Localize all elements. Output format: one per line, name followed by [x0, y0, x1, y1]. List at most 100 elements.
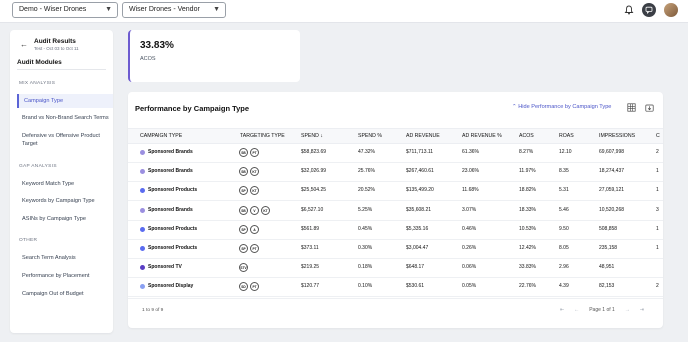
spend-pct-cell: 0.45% [358, 225, 373, 232]
extra-cell: 2 [656, 149, 659, 155]
sidebar-item-search-term-analysis[interactable]: Search Term Analysis [22, 254, 110, 262]
impressions-cell: 69,607,998 [599, 149, 625, 155]
columns-icon[interactable] [627, 103, 636, 112]
spend-pct-cell: 20.52% [358, 187, 375, 194]
spend-pct-cell: 0.18% [358, 264, 373, 271]
table-row[interactable]: Sponsored Display SD PT $120.77 0.10% $530.61… [128, 277, 663, 298]
campaign-type-dot [140, 150, 145, 155]
hide-performance-link[interactable]: ⌃ Hide Performance by Campaign Type [512, 104, 611, 110]
revenue-pct-cell: 61.36% [462, 149, 479, 155]
acos-cell: 22.76% [519, 283, 536, 290]
targeting-badge: KT [250, 186, 259, 196]
chevron-up-icon: ⌃ [512, 104, 517, 110]
col-ad-revenue[interactable]: AD REVENUE [406, 129, 440, 143]
back-arrow-icon[interactable]: ← [20, 40, 28, 49]
table-row[interactable]: Sponsored Brands SB V KT $6,527.10 5.25% $35,6… [128, 201, 663, 221]
next-page-icon[interactable]: → [625, 307, 630, 313]
table-row[interactable]: Sponsored Brands SB KT $32,026.99 25.76% $267… [128, 162, 663, 183]
chevron-down-icon: ▼ [213, 6, 220, 13]
impressions-cell: 235,158 [599, 245, 618, 251]
impressions-cell: 10,520,268 [599, 206, 625, 213]
impressions-cell: 48,951 [599, 264, 615, 271]
chat-button[interactable] [642, 3, 656, 17]
table-row[interactable]: Sponsored Products SP PT $373.11 0.30% $3,004… [128, 239, 663, 259]
campaign-type-cell: Sponsored Brands [148, 206, 193, 213]
revenue-cell: $648.17 [406, 264, 425, 271]
audit-modules-heading: Audit Modules [17, 59, 62, 66]
col-targeting-type[interactable]: TARGETING TYPE [240, 129, 285, 143]
campaign-type-cell: Sponsored Products [148, 245, 198, 251]
targeting-type-cell: SP KT [239, 186, 259, 196]
spend-pct-cell: 25.76% [358, 168, 375, 175]
panel-title: Performance by Campaign Type [135, 104, 250, 113]
targeting-type-cell: SB V KT [239, 205, 270, 215]
campaign-type-dot [140, 188, 145, 194]
sidebar-item-keyword-match-type[interactable]: Keyword Match Type [22, 180, 110, 188]
sidebar-item-keywords-by-campaign-type[interactable]: Keywords by Campaign Type [22, 197, 110, 205]
hide-performance-label: Hide Performance by Campaign Type [518, 104, 612, 110]
targeting-badge: SP [239, 186, 248, 196]
targeting-badge: KT [261, 205, 270, 215]
spend-pct-cell: 0.10% [358, 283, 373, 290]
col-roas[interactable]: ROAS [559, 129, 574, 143]
col-ad-revenue-pct[interactable]: AD REVENUE % [462, 129, 502, 143]
sidebar-item-asins-by-campaign-type[interactable]: ASINs by Campaign Type [22, 215, 110, 223]
vendor-select-value: Wiser Drones - Vendor [129, 6, 200, 13]
sidebar-item-campaign-out-of-budget[interactable]: Campaign Out of Budget [22, 290, 110, 298]
sidebar-item-defensive-vs-offensive[interactable]: Defensive vs Offensive Product Target [22, 132, 110, 148]
targeting-badge: STV [239, 263, 248, 273]
table-row[interactable]: Sponsored Products SP KT $25,504.25 20.52% $1… [128, 181, 663, 202]
table-row[interactable]: Sponsored TV STV $219.25 0.18% $648.17 0.06% 3… [128, 258, 663, 279]
revenue-cell: $5,335.16 [406, 225, 429, 232]
impressions-cell: 18,274,437 [599, 168, 625, 175]
page-label: Page 1 of 1 [589, 307, 615, 313]
first-page-icon[interactable]: ⇤ [560, 307, 564, 313]
sidebar-item-brand-vs-non-brand[interactable]: Brand vs Non-Brand Search Terms [22, 114, 110, 122]
pagination: ⇤ ← Page 1 of 1 → ⇥ [560, 307, 644, 313]
avatar[interactable] [664, 3, 678, 17]
revenue-pct-cell: 0.06% [462, 264, 477, 271]
extra-cell: 3 [656, 206, 659, 213]
col-campaign-type[interactable]: CAMPAIGN TYPE [140, 129, 182, 143]
roas-cell: 8.35 [559, 168, 569, 175]
sidebar-item-campaign-type[interactable]: Campaign Type [17, 94, 113, 108]
table-row[interactable]: Sponsored Brands SB PT $58,823.69 47.32% $711… [128, 143, 663, 163]
targeting-badge: SB [239, 148, 248, 157]
campaign-type-cell: Sponsored Brands [148, 168, 193, 175]
last-page-icon[interactable]: ⇥ [640, 307, 644, 313]
revenue-cell: $530.61 [406, 283, 425, 290]
targeting-type-cell: SP A [239, 224, 259, 234]
acos-label: ACOS [140, 56, 156, 62]
sidebar-item-performance-by-placement[interactable]: Performance by Placement [22, 272, 110, 280]
spend-cell: $6,527.10 [301, 206, 324, 213]
targeting-type-cell: SP PT [239, 244, 259, 253]
revenue-pct-cell: 23.06% [462, 168, 479, 175]
divider [128, 298, 663, 299]
account-select[interactable]: Demo - Wiser Drones ▼ [12, 2, 118, 18]
col-impressions[interactable]: IMPRESSIONS [599, 129, 635, 143]
targeting-badge: KT [250, 167, 259, 177]
extra-cell: 1 [656, 187, 659, 194]
spend-cell: $25,504.25 [301, 187, 327, 194]
col-spend-pct[interactable]: SPEND % [358, 129, 382, 143]
table-row[interactable]: Sponsored Products SP A $561.89 0.45% $5,335.… [128, 220, 663, 240]
targeting-type-cell: STV [239, 263, 248, 273]
download-icon[interactable] [645, 103, 654, 112]
extra-cell: 2 [656, 283, 659, 290]
targeting-badge: SB [239, 167, 248, 177]
bell-icon[interactable] [624, 5, 634, 15]
campaign-type-cell: Sponsored Products [148, 187, 198, 194]
campaign-type-dot [140, 284, 145, 290]
targeting-type-cell: SB PT [239, 148, 259, 157]
roas-cell: 4.39 [559, 283, 569, 290]
divider [17, 69, 106, 70]
acos-cell: 11.97% [519, 168, 536, 175]
col-acos[interactable]: ACOS [519, 129, 534, 143]
campaign-type-dot [140, 169, 145, 175]
col-clicks[interactable]: C [656, 129, 660, 143]
spend-cell: $32,026.99 [301, 168, 327, 175]
targeting-badge: SP [239, 244, 248, 253]
prev-page-icon[interactable]: ← [574, 307, 579, 313]
vendor-select[interactable]: Wiser Drones - Vendor ▼ [122, 2, 226, 18]
col-spend[interactable]: SPEND ↓ [301, 129, 323, 143]
